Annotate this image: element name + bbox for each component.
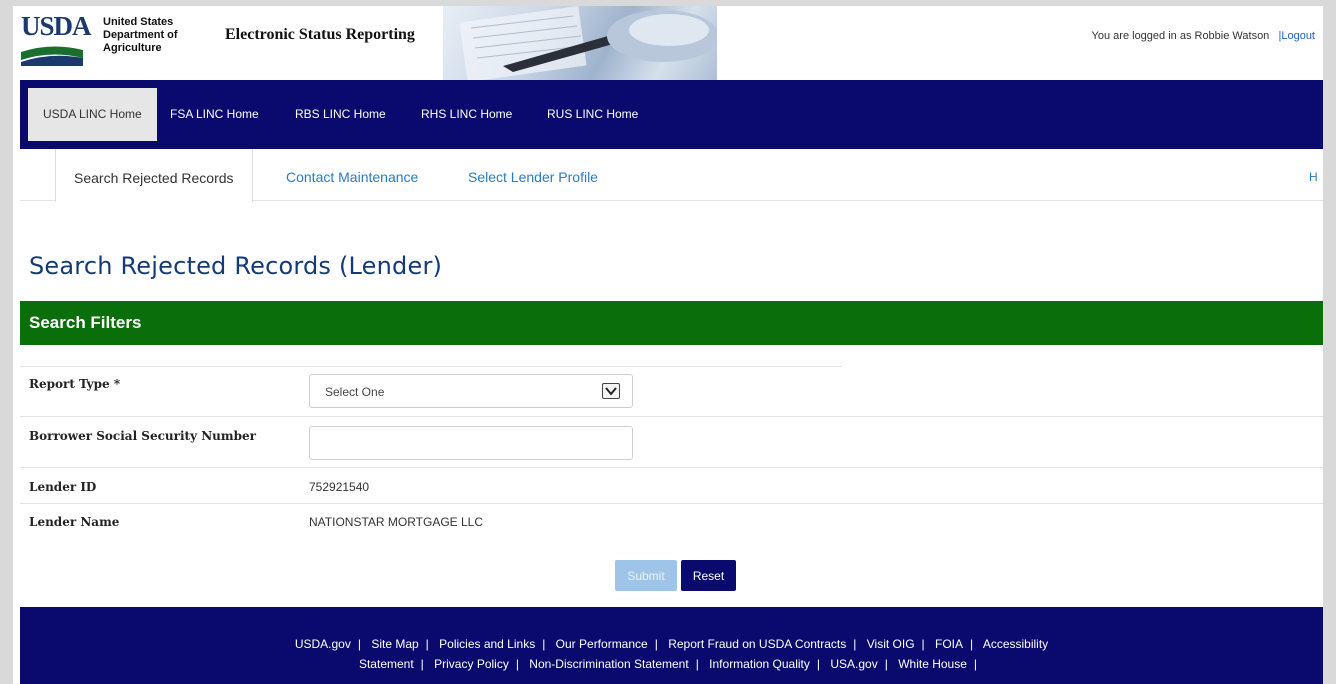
usda-swoosh-icon bbox=[21, 46, 83, 66]
tab-help[interactable]: H bbox=[1309, 149, 1318, 201]
nav-rhs-linc-home[interactable]: RHS LINC Home bbox=[406, 88, 527, 141]
footer-links-row-1: USDA.gov | Site Map | Policies and Links | … bbox=[294, 637, 1049, 651]
user-info: You are logged in as Robbie Watson |Logo… bbox=[1092, 30, 1315, 42]
footer-link-privacy[interactable]: Privacy Policy bbox=[434, 657, 509, 671]
agency-line-3: Agriculture bbox=[103, 42, 162, 54]
tab-search-rejected-records[interactable]: Search Rejected Records bbox=[55, 149, 253, 202]
report-type-selected-value: Select One bbox=[325, 385, 385, 399]
lender-name-value: NATIONSTAR MORTGAGE LLC bbox=[309, 515, 484, 529]
submit-button[interactable]: Submit bbox=[615, 560, 677, 591]
footer-link-performance[interactable]: Our Performance bbox=[556, 637, 648, 651]
reset-button[interactable]: Reset bbox=[681, 560, 736, 591]
footer-link-accessibility-statement[interactable]: Statement bbox=[359, 657, 414, 671]
page-title: Search Rejected Records (Lender) bbox=[29, 252, 443, 280]
usda-logo[interactable]: USDA bbox=[21, 11, 92, 68]
footer-link-usda-gov[interactable]: USDA.gov bbox=[295, 637, 351, 651]
footer-link-white-house[interactable]: White House bbox=[898, 657, 967, 671]
footer-link-accessibility[interactable]: Accessibility bbox=[983, 637, 1048, 651]
footer-link-information-quality[interactable]: Information Quality bbox=[709, 657, 810, 671]
logged-in-text: You are logged in as Robbie Watson bbox=[1091, 30, 1270, 42]
ssn-label: Borrower Social Security Number bbox=[29, 429, 256, 443]
footer-link-foia[interactable]: FOIA bbox=[935, 637, 963, 651]
footer: USDA.gov | Site Map | Policies and Links | … bbox=[20, 607, 1323, 684]
footer-links-row-2: Statement | Privacy Policy | Non-Discrimin… bbox=[358, 657, 978, 671]
banner-pen-icon bbox=[459, 6, 717, 80]
footer-link-site-map[interactable]: Site Map bbox=[371, 637, 418, 651]
footer-link-usa-gov[interactable]: USA.gov bbox=[830, 657, 877, 671]
logout-link[interactable]: |Logout bbox=[1278, 30, 1315, 42]
report-type-select[interactable]: Select One bbox=[309, 374, 633, 408]
agency-line-2: Department of bbox=[103, 29, 178, 41]
lender-name-label: Lender Name bbox=[29, 515, 120, 529]
nav-fsa-linc-home[interactable]: FSA LINC Home bbox=[155, 88, 274, 141]
borrower-ssn-input[interactable] bbox=[309, 426, 633, 460]
site-title: Electronic Status Reporting bbox=[225, 26, 415, 43]
form-divider bbox=[20, 467, 1323, 468]
footer-link-policies[interactable]: Policies and Links bbox=[439, 637, 535, 651]
main-nav: USDA LINC Home FSA LINC Home RBS LINC Ho… bbox=[20, 80, 1323, 149]
usda-logo-text: USDA bbox=[21, 11, 92, 41]
agency-line-1: United States bbox=[103, 16, 174, 28]
footer-link-report-fraud[interactable]: Report Fraud on USDA Contracts bbox=[668, 637, 846, 651]
header: USDA United States Department of Agricul… bbox=[13, 6, 1323, 80]
tab-contact-maintenance[interactable]: Contact Maintenance bbox=[286, 149, 418, 201]
chevron-down-icon[interactable] bbox=[602, 383, 620, 399]
nav-rbs-linc-home[interactable]: RBS LINC Home bbox=[280, 88, 401, 141]
nav-rus-linc-home[interactable]: RUS LINC Home bbox=[532, 88, 653, 141]
footer-link-visit-oig[interactable]: Visit OIG bbox=[867, 637, 915, 651]
tab-bar: Search Rejected Records Contact Maintena… bbox=[20, 149, 1323, 202]
search-filters-header: Search Filters bbox=[20, 301, 1323, 345]
nav-usda-linc-home[interactable]: USDA LINC Home bbox=[28, 88, 157, 141]
footer-link-non-discrimination[interactable]: Non-Discrimination Statement bbox=[529, 657, 688, 671]
lender-id-value: 752921540 bbox=[309, 480, 370, 494]
report-type-label: Report Type * bbox=[29, 377, 121, 391]
lender-id-label: Lender ID bbox=[29, 480, 97, 494]
form-divider bbox=[20, 416, 1323, 417]
tab-select-lender-profile[interactable]: Select Lender Profile bbox=[468, 149, 598, 201]
page: USDA United States Department of Agricul… bbox=[13, 6, 1323, 684]
form-divider bbox=[20, 366, 842, 367]
banner-image bbox=[443, 6, 717, 80]
form-divider bbox=[20, 503, 1323, 504]
agency-name: United States Department of Agriculture bbox=[103, 16, 178, 55]
